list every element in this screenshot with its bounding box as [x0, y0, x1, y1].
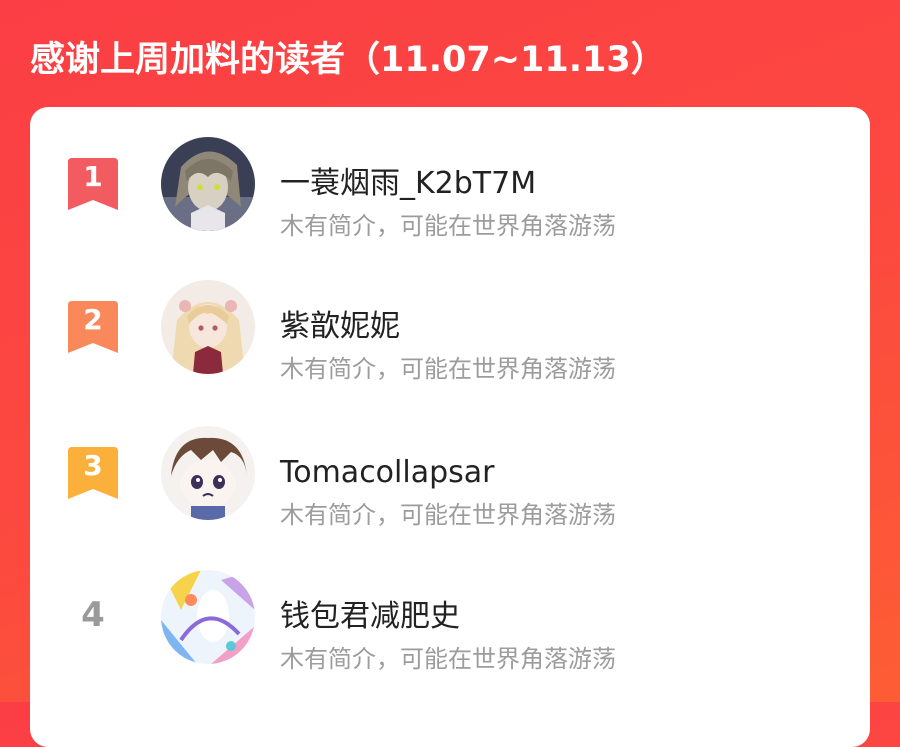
rank-number: 3	[83, 449, 103, 482]
colorful-art-avatar-icon	[161, 570, 255, 664]
reader-name[interactable]: 钱包君减肥史	[280, 597, 460, 637]
reader-name[interactable]: 紫歆妮妮	[280, 307, 400, 347]
reader-intro: 木有简介，可能在世界角落游荡	[280, 355, 616, 383]
rank-badge-silver: 2	[68, 301, 118, 353]
rank-badge-bronze: 3	[68, 447, 118, 499]
avatar[interactable]	[161, 570, 255, 664]
rank-number: 4	[81, 595, 105, 635]
chibi-avatar-icon	[161, 426, 255, 520]
reader-row-4[interactable]: 4 钱包君减肥史 木有简介，可能在世界角落游荡	[30, 567, 870, 673]
rank-number: 1	[83, 160, 103, 193]
reader-list-card: 1 一蓑烟雨_K2bT7M 木有简介，可能在世界角落游荡 2 紫歆妮妮 木有简介…	[30, 107, 870, 747]
page-title: 感谢上周加料的读者（11.07~11.13）	[30, 40, 666, 80]
avatar[interactable]	[161, 137, 255, 231]
anime-girl-avatar-icon	[161, 280, 255, 374]
reader-name[interactable]: Tomacollapsar	[280, 453, 494, 493]
reader-name[interactable]: 一蓑烟雨_K2bT7M	[280, 164, 536, 204]
reader-row-2[interactable]: 2 紫歆妮妮 木有简介，可能在世界角落游荡	[30, 277, 870, 383]
rank-badge-gold: 1	[68, 158, 118, 210]
reader-intro: 木有简介，可能在世界角落游荡	[280, 501, 616, 529]
anime-boy-avatar-icon	[161, 137, 255, 231]
reader-row-1[interactable]: 1 一蓑烟雨_K2bT7M 木有简介，可能在世界角落游荡	[30, 134, 870, 240]
reader-intro: 木有简介，可能在世界角落游荡	[280, 645, 616, 673]
reader-row-3[interactable]: 3 Tomacollapsar 木有简介，可能在世界角落游荡	[30, 423, 870, 529]
avatar[interactable]	[161, 426, 255, 520]
rank-number: 2	[83, 303, 103, 336]
reader-intro: 木有简介，可能在世界角落游荡	[280, 212, 616, 240]
avatar[interactable]	[161, 280, 255, 374]
